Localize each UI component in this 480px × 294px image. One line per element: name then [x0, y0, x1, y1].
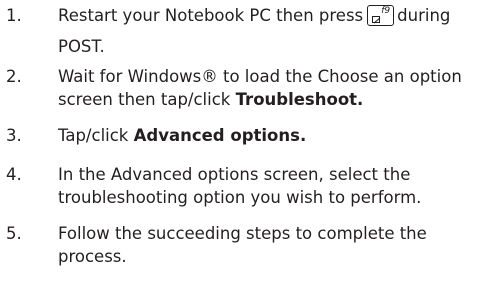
- step-text: Tap/click Advanced options.: [58, 123, 306, 149]
- step-text-line2: troubleshooting option you wish to perfo…: [58, 188, 422, 207]
- step-text-line2: screen then tap/click Troubleshoot.: [58, 87, 363, 113]
- step-text-after-key: during: [397, 6, 451, 25]
- key-label: f9: [381, 6, 391, 16]
- step-4: 4. In the Advanced options screen, selec…: [0, 162, 480, 214]
- step-text-line2-prefix: screen then tap/click: [58, 90, 236, 109]
- troubleshoot-label: Troubleshoot.: [235, 90, 364, 109]
- step-number: 2.: [6, 67, 22, 86]
- step-text-prefix: Tap/click: [58, 126, 134, 145]
- step-1: 1. Restart your Notebook PC then press f9…: [0, 3, 480, 63]
- step-number: 3.: [6, 126, 22, 145]
- step-5: 5. Follow the succeeding steps to comple…: [0, 221, 480, 273]
- advanced-options-label: Advanced options.: [133, 126, 307, 145]
- step-text-line2: process.: [58, 247, 127, 266]
- step-2: 2. Wait for Windows® to load the Choose …: [0, 64, 480, 116]
- f9-key-icon: f9: [367, 5, 395, 26]
- step-number: 4.: [6, 165, 22, 184]
- step-text-line2: POST.: [58, 37, 105, 56]
- step-3: 3. Tap/click Advanced options.: [0, 123, 480, 151]
- step-number: 1.: [6, 6, 22, 25]
- step-number: 5.: [6, 224, 22, 243]
- step-text: Restart your Notebook PC then press f9 dur…: [58, 3, 450, 29]
- touchpad-disable-glyph-icon: [372, 16, 381, 23]
- step-text-before-key: Restart your Notebook PC then press: [58, 6, 364, 25]
